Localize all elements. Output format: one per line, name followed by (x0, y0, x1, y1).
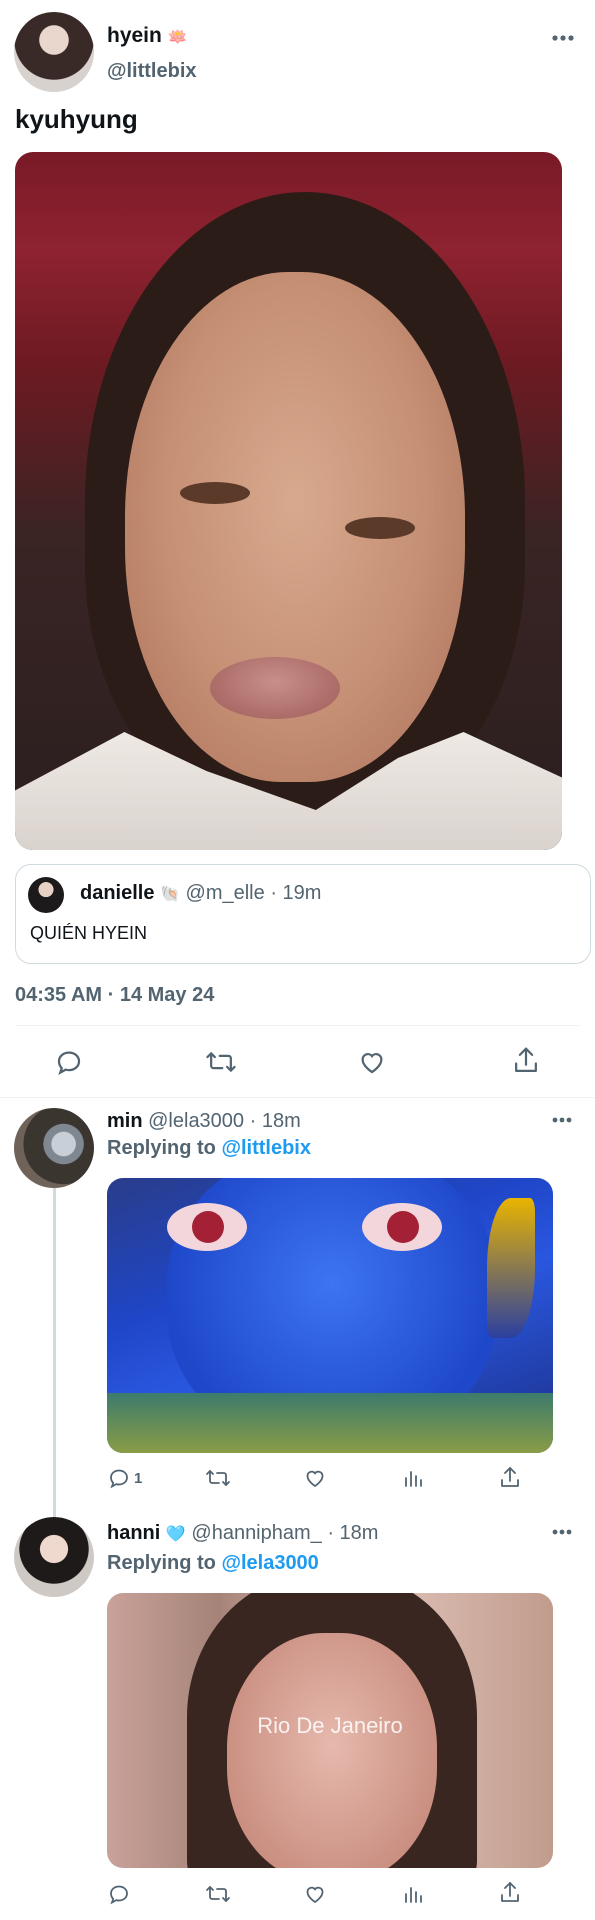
portrait-lips (210, 657, 340, 719)
reply-author-line: hanni 🩵 @hannipham_ · 18m (107, 1522, 378, 1545)
reply-author-handle[interactable]: @lela3000 (148, 1110, 244, 1132)
replying-to-link[interactable]: @lela3000 (221, 1552, 318, 1574)
analytics-icon[interactable] (401, 1466, 425, 1490)
tweet-text: kyuhyung (15, 104, 138, 134)
quoted-text: QUIÉN HYEIN (30, 923, 148, 943)
replying-to-line: Replying to @lela3000 (107, 1552, 319, 1575)
divider (15, 1025, 580, 1026)
author-name[interactable]: hyein 🪷 (107, 24, 188, 48)
thread-line (53, 1188, 56, 1518)
replying-to-label: Replying to (107, 1137, 216, 1159)
reply-icon[interactable] (107, 1882, 131, 1906)
tweet-image[interactable] (15, 152, 562, 850)
like-icon[interactable] (357, 1047, 387, 1077)
reply-image-pupil-left (192, 1211, 224, 1243)
reply-icon[interactable]: 1 (107, 1466, 142, 1490)
retweet-icon[interactable] (205, 1047, 237, 1077)
reply-image-face (227, 1633, 437, 1868)
share-icon[interactable] (511, 1045, 541, 1077)
retweet-icon[interactable] (205, 1466, 231, 1490)
author-handle[interactable]: @littlebix (107, 60, 197, 83)
reply-author-handle[interactable]: @hannipham_ (191, 1522, 321, 1544)
quoted-time: · 19m (270, 882, 322, 904)
reply-author-name[interactable]: hanni (107, 1522, 160, 1544)
reply-count: 1 (134, 1469, 143, 1487)
avatar[interactable] (14, 12, 94, 92)
more-horizontal-icon[interactable] (552, 30, 574, 46)
avatar[interactable] (14, 1108, 94, 1188)
analytics-icon[interactable] (401, 1882, 425, 1906)
reply-author-line: min @lela3000 · 18m (107, 1110, 301, 1133)
share-icon[interactable] (498, 1465, 522, 1491)
replying-to-link[interactable]: @littlebix (221, 1137, 311, 1159)
quoted-author-badge: 🐚 (160, 886, 180, 903)
author-badge: 🪷 (167, 29, 188, 46)
like-icon[interactable] (303, 1882, 327, 1906)
avatar[interactable] (28, 877, 64, 913)
reply-icon[interactable] (54, 1047, 84, 1077)
reply-author-name[interactable]: min (107, 1110, 143, 1132)
tweet-timestamp: 04:35 AM · 14 May 24 (15, 984, 215, 1006)
replying-to-line: Replying to @littlebix (107, 1137, 311, 1160)
like-icon[interactable] (303, 1466, 327, 1490)
reply-time: · 18m (249, 1110, 301, 1132)
quoted-tweet[interactable]: danielle 🐚 @m_elle · 19m QUIÉN HYEIN (15, 864, 591, 964)
reply-image-fin (487, 1198, 535, 1338)
quoted-author-name: danielle (80, 882, 155, 904)
reply-image-pupil-right (387, 1211, 419, 1243)
reply-author-badge: 🩵 (165, 1526, 186, 1543)
quoted-author-line: danielle 🐚 @m_elle · 19m (80, 882, 321, 905)
portrait-eye-left (180, 482, 250, 504)
section-divider (0, 1097, 595, 1098)
portrait-eye-right (345, 517, 415, 539)
replying-to-label: Replying to (107, 1552, 216, 1574)
reply-image-caption: Rio De Janeiro (257, 1713, 403, 1738)
reply-image-seaweed (107, 1393, 553, 1453)
reply-time: · 18m (327, 1522, 379, 1544)
quoted-author-handle: @m_elle (185, 882, 265, 904)
reply-image[interactable]: Rio De Janeiro (107, 1593, 553, 1868)
more-horizontal-icon[interactable] (552, 1527, 572, 1537)
reply-image[interactable] (107, 1178, 553, 1453)
avatar[interactable] (14, 1517, 94, 1597)
retweet-icon[interactable] (205, 1882, 231, 1906)
share-icon[interactable] (498, 1880, 522, 1906)
more-horizontal-icon[interactable] (552, 1115, 572, 1125)
